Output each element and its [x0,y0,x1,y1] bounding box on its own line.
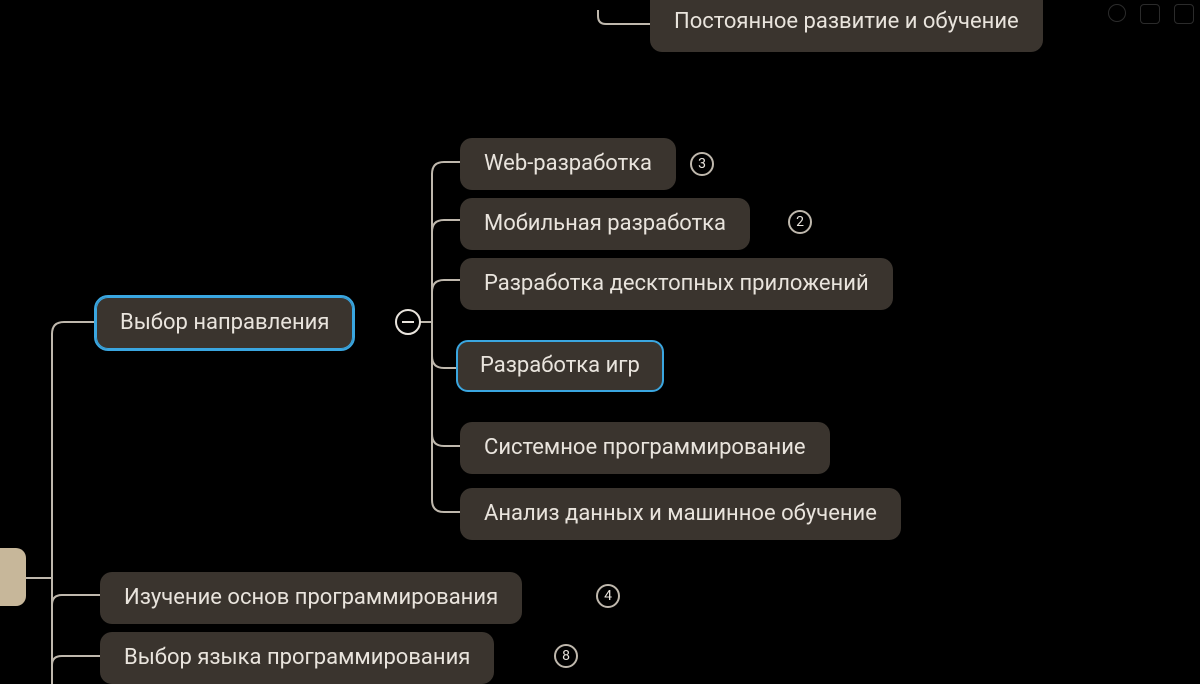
child-count-badge[interactable]: 3 [690,152,714,176]
child-count-badge[interactable]: 8 [554,644,578,668]
node-label: Разработка десктопных приложений [484,271,869,296]
window-icon[interactable] [1174,4,1194,24]
node-label: Постоянное развитие и обучение [674,9,1019,34]
node-continuous-learning[interactable]: Постоянное развитие и обучение [650,0,1043,52]
node-choose-direction[interactable]: Выбор направления [96,297,353,349]
node-label: Web-разработка [484,151,652,176]
node-label: Изучение основ программирования [124,585,498,610]
minus-icon [402,321,414,323]
collapse-toggle[interactable] [395,309,421,335]
window-icon[interactable] [1140,4,1160,24]
node-label: Мобильная разработка [484,211,726,236]
root-node-edge[interactable] [0,548,26,606]
badge-value: 8 [562,648,570,664]
node-game-dev[interactable]: Разработка игр [456,340,664,392]
badge-value: 2 [796,214,804,230]
node-web-dev[interactable]: Web-разработка [460,138,676,190]
theme-toggle-icon[interactable] [1108,4,1126,22]
node-choose-language[interactable]: Выбор языка программирования [100,632,494,684]
mindmap-canvas[interactable]: Постоянное развитие и обучение Выбор нап… [0,0,1200,684]
child-count-badge[interactable]: 2 [788,210,812,234]
node-label: Выбор языка программирования [124,645,470,670]
node-label: Разработка игр [480,353,640,378]
node-label: Анализ данных и машинное обучение [484,501,877,526]
badge-value: 3 [698,156,706,172]
node-label: Выбор направления [120,310,329,335]
window-controls [1108,4,1194,24]
node-mobile-dev[interactable]: Мобильная разработка [460,198,750,250]
node-desktop-dev[interactable]: Разработка десктопных приложений [460,258,893,310]
child-count-badge[interactable]: 4 [596,584,620,608]
node-data-ml[interactable]: Анализ данных и машинное обучение [460,488,901,540]
node-systems-programming[interactable]: Системное программирование [460,422,830,474]
badge-value: 4 [604,588,612,604]
node-programming-basics[interactable]: Изучение основ программирования [100,572,522,624]
node-label: Системное программирование [484,435,806,460]
